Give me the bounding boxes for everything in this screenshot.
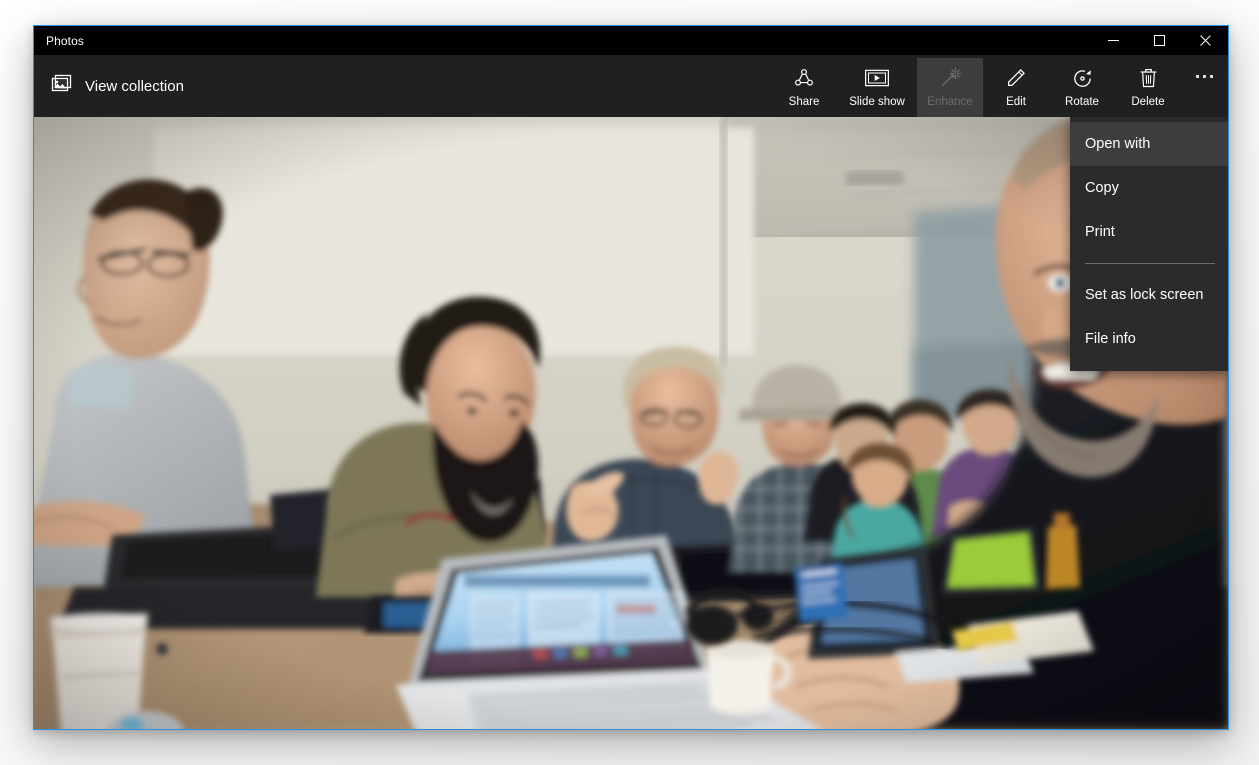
enhance-button[interactable]: Enhance bbox=[917, 58, 983, 117]
command-bar: View collection Share Slide show Enhance… bbox=[34, 55, 1228, 145]
menu-item-copy[interactable]: Copy bbox=[1070, 166, 1228, 210]
enhance-label: Enhance bbox=[927, 96, 973, 108]
menu-item-label: Set as lock screen bbox=[1085, 287, 1204, 303]
edit-button[interactable]: Edit bbox=[983, 58, 1049, 117]
menu-item-file-info[interactable]: File info bbox=[1070, 317, 1228, 361]
close-button[interactable] bbox=[1182, 26, 1228, 55]
rotate-button[interactable]: Rotate bbox=[1049, 58, 1115, 117]
slideshow-label: Slide show bbox=[849, 96, 905, 108]
slideshow-icon bbox=[865, 66, 889, 90]
maximize-button[interactable] bbox=[1136, 26, 1182, 55]
title-bar[interactable]: Photos bbox=[34, 26, 1228, 55]
view-collection-button[interactable]: View collection bbox=[47, 68, 192, 105]
edit-label: Edit bbox=[1006, 96, 1026, 108]
rotate-icon bbox=[1071, 66, 1094, 90]
minimize-icon bbox=[1107, 40, 1119, 41]
rotate-label: Rotate bbox=[1065, 96, 1099, 108]
more-options-menu: Open with Copy Print Set as lock screen … bbox=[1070, 117, 1228, 371]
pencil-icon bbox=[1005, 66, 1027, 90]
menu-item-label: File info bbox=[1085, 331, 1136, 347]
command-bar-left: View collection bbox=[34, 55, 192, 117]
menu-item-label: Print bbox=[1085, 224, 1115, 240]
share-button[interactable]: Share bbox=[771, 58, 837, 117]
photo-collection-icon bbox=[51, 74, 73, 99]
photos-window: Photos View collection Share Slide show … bbox=[33, 25, 1229, 730]
menu-item-open-with[interactable]: Open with bbox=[1070, 122, 1228, 166]
menu-item-label: Copy bbox=[1085, 180, 1119, 196]
menu-item-set-as-lock-screen[interactable]: Set as lock screen bbox=[1070, 273, 1228, 317]
minimize-button[interactable] bbox=[1090, 26, 1136, 55]
window-title: Photos bbox=[46, 33, 84, 48]
caption-button-group bbox=[1090, 26, 1228, 55]
share-icon bbox=[793, 66, 815, 90]
magic-wand-icon bbox=[938, 66, 962, 90]
command-bar-right: Share Slide show Enhance Edit Rotate Del… bbox=[771, 55, 1228, 117]
meeting-room-photo: BLACK BUTTE OREGON bbox=[34, 117, 1228, 729]
menu-item-print[interactable]: Print bbox=[1070, 210, 1228, 254]
delete-label: Delete bbox=[1131, 96, 1165, 108]
delete-button[interactable]: Delete bbox=[1115, 58, 1181, 117]
share-label: Share bbox=[788, 96, 820, 108]
slideshow-button[interactable]: Slide show bbox=[837, 58, 917, 117]
menu-item-label: Open with bbox=[1085, 136, 1151, 152]
ellipsis-icon bbox=[1196, 75, 1213, 78]
desktop-background: Photos View collection Share Slide show … bbox=[0, 0, 1259, 765]
menu-separator bbox=[1085, 263, 1215, 264]
trash-icon bbox=[1138, 66, 1159, 90]
maximize-icon bbox=[1153, 35, 1165, 46]
photo-viewer[interactable]: BLACK BUTTE OREGON bbox=[34, 117, 1228, 729]
close-icon bbox=[1199, 35, 1211, 46]
view-collection-label: View collection bbox=[85, 77, 184, 95]
see-more-button[interactable] bbox=[1181, 58, 1228, 117]
